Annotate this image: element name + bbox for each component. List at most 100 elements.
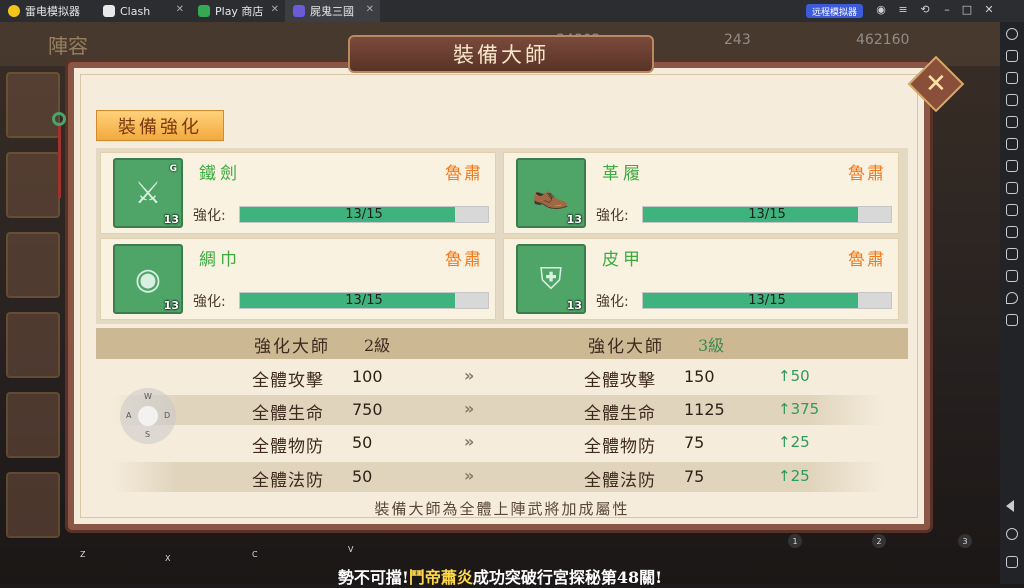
tab-clash[interactable]: Clash ✕ [95, 0, 190, 22]
equipment-owner: 魯肅 [445, 250, 483, 270]
strengthen-progress-bar: 13/15 [239, 292, 489, 309]
stat-next: 75 [684, 467, 705, 486]
stat-name-next: 全體生命 [584, 404, 656, 424]
fullscreen-icon[interactable] [1006, 116, 1018, 128]
stat-name: 全體攻擊 [252, 371, 324, 391]
hero-portrait[interactable] [6, 312, 60, 378]
hero-portrait[interactable] [6, 472, 60, 538]
tab-play-store[interactable]: Play 商店 ✕ [190, 0, 285, 22]
tassel [58, 126, 61, 198]
account-icon[interactable]: ◉ [874, 3, 888, 16]
settings-icon[interactable] [1006, 28, 1018, 40]
key-hint: C [252, 550, 258, 559]
joystick-key-right: D [164, 411, 171, 420]
restore-icon[interactable]: ⟲ [918, 3, 932, 16]
stat-current: 750 [352, 400, 383, 419]
joystick-knob [138, 406, 158, 426]
stat-name-next: 全體物防 [584, 437, 656, 457]
close-icon[interactable]: ✕ [176, 4, 184, 15]
equipment-name: 鐵劍 [199, 164, 241, 184]
stat-row: 全體物防 50 » 全體物防 75 ↑25 [96, 428, 908, 458]
remote-emulator-button[interactable]: 远程模拟器 [806, 4, 864, 18]
key-hint: Z [80, 550, 86, 559]
strengthen-label: 強化: [193, 294, 226, 310]
grade-mark: G [169, 164, 177, 174]
recent-apps-icon[interactable] [1006, 556, 1018, 568]
location-icon[interactable] [1006, 292, 1018, 304]
equipment-level: 13 [566, 299, 582, 312]
stat-row: 全體攻擊 100 » 全體攻擊 150 ↑50 [96, 362, 908, 392]
apk-icon[interactable] [1006, 248, 1018, 260]
double-arrow-icon: » [464, 399, 475, 418]
maximize-icon[interactable]: □ [960, 3, 974, 16]
equipment-card-headband[interactable]: ◉ 13 綢巾 魯肅 強化: 13/15 [100, 238, 496, 320]
master-label-next: 強化大師 [588, 337, 664, 357]
stat-name-next: 全體攻擊 [584, 371, 656, 391]
equipment-name: 皮甲 [602, 250, 644, 270]
footer-note: 裝備大師為全體上陣武將加成屬性 [374, 500, 630, 518]
tab-label: 屍鬼三國 [310, 5, 354, 18]
stat-name-next: 全體法防 [584, 471, 656, 491]
sword-icon: ⚔ G 13 [113, 158, 183, 228]
tab-game[interactable]: 屍鬼三國 ✕ [285, 0, 380, 22]
play-store-icon [198, 5, 210, 17]
jade-ring-icon [52, 112, 66, 126]
number-hint: 1 [788, 534, 802, 548]
number-hint: 3 [958, 534, 972, 548]
tab-ldplayer[interactable]: 雷电模拟器 [0, 0, 95, 22]
virtual-joystick[interactable]: W A D S [120, 388, 176, 444]
equipment-card-armor[interactable]: ⛨ 13 皮甲 魯肅 強化: 13/15 [503, 238, 899, 320]
hero-portrait[interactable] [6, 392, 60, 458]
master-level-next: 3級 [698, 336, 725, 355]
equipment-level: 13 [163, 299, 179, 312]
robot-icon[interactable] [1006, 182, 1018, 194]
hero-portrait[interactable] [6, 232, 60, 298]
panel-title: 裝備大師 [348, 35, 654, 73]
armor-icon: ⛨ 13 [516, 244, 586, 314]
double-arrow-icon: » [464, 366, 475, 385]
announcement-marquee: 勢不可擋!鬥帝蕭炎成功突破行宮探秘第48關! [337, 568, 663, 587]
tab-label: 雷电模拟器 [25, 5, 80, 18]
double-arrow-icon: » [464, 432, 475, 451]
equipment-card-sword[interactable]: ⚔ G 13 鐵劍 魯肅 強化: 13/15 [100, 152, 496, 234]
volume-up-icon[interactable] [1006, 72, 1018, 84]
progress-text: 13/15 [345, 207, 383, 222]
close-icon: ✕ [925, 68, 947, 99]
stat-gain: ↑375 [778, 400, 820, 418]
menu-icon[interactable]: ≡ [896, 3, 910, 16]
close-icon[interactable]: ✕ [271, 4, 279, 15]
close-icon[interactable]: ✕ [366, 4, 374, 15]
home-icon[interactable] [1006, 528, 1018, 540]
stat-next: 1125 [684, 400, 725, 419]
stat-row: 全體生命 750 » 全體生命 1125 ↑375 [96, 395, 908, 425]
multi-window-icon[interactable] [1006, 314, 1018, 326]
game-icon [293, 5, 305, 17]
back-icon[interactable] [1006, 500, 1014, 512]
rotate-icon[interactable] [1006, 138, 1018, 150]
strengthen-label: 強化: [596, 294, 629, 310]
minimize-icon[interactable]: – [940, 3, 954, 16]
keyboard-icon[interactable] [1006, 50, 1018, 62]
stat-row: 全體法防 50 » 全體法防 75 ↑25 [96, 462, 908, 492]
section-tag-equipment-strengthen[interactable]: 裝備強化 [96, 110, 224, 141]
folder-icon[interactable] [1006, 270, 1018, 282]
double-arrow-icon: » [464, 466, 475, 485]
progress-text: 13/15 [345, 293, 383, 308]
ldplayer-icon [8, 5, 20, 17]
equipment-grid: ⚔ G 13 鐵劍 魯肅 強化: 13/15 👞 13 革履 魯肅 強化: 13… [96, 148, 908, 324]
record-icon[interactable] [1006, 226, 1018, 238]
equipment-card-boots[interactable]: 👞 13 革履 魯肅 強化: 13/15 [503, 152, 899, 234]
stat-name: 全體生命 [252, 404, 324, 424]
strengthen-master-header: 強化大師 2級 強化大師 3級 [96, 328, 908, 359]
window-close-icon[interactable]: ✕ [982, 3, 996, 16]
volume-down-icon[interactable] [1006, 94, 1018, 106]
emulator-toolbar [1000, 22, 1024, 584]
stat-current: 50 [352, 433, 373, 452]
scissors-icon[interactable] [1006, 204, 1018, 216]
stat-current: 100 [352, 367, 383, 386]
screenshot-icon[interactable] [1006, 160, 1018, 172]
master-label-current: 強化大師 [254, 337, 330, 357]
clash-icon [103, 5, 115, 17]
equipment-owner: 魯肅 [848, 164, 886, 184]
emulator-titlebar: 雷电模拟器 Clash ✕ Play 商店 ✕ 屍鬼三國 ✕ 远程模拟器 ◉ ≡… [0, 0, 1024, 22]
